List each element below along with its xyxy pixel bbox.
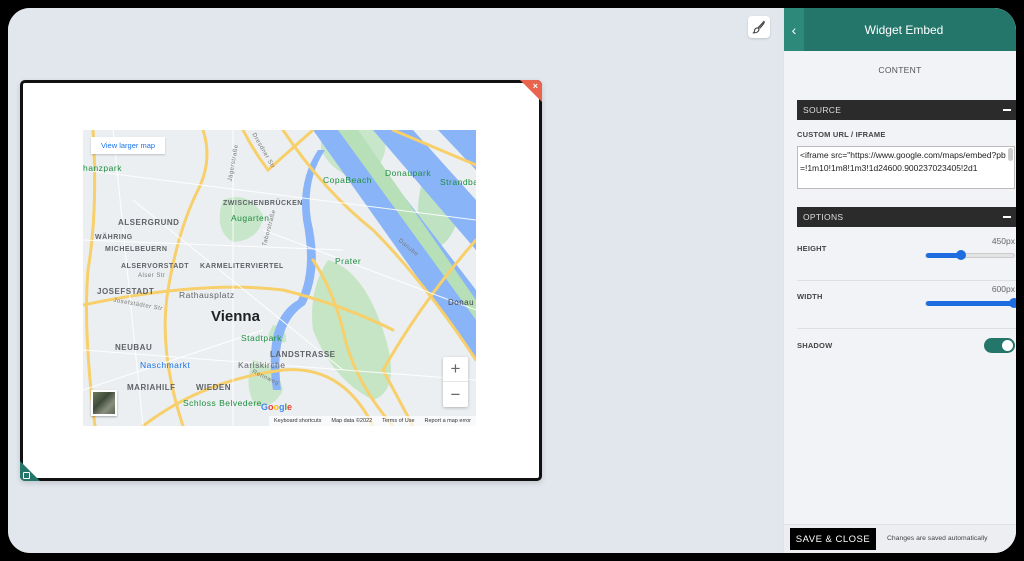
back-button[interactable]: ‹ <box>784 8 804 51</box>
height-option: HEIGHT 450px <box>797 233 1016 281</box>
collapse-icon <box>1003 109 1011 111</box>
panel-title: Widget Embed <box>864 22 944 37</box>
chevron-left-icon: ‹ <box>791 21 797 38</box>
editor-canvas: × View larger map ALSERGRUND WÄHRING MIC… <box>8 8 783 553</box>
map-label: Karlskirche <box>238 360 286 370</box>
height-label: HEIGHT <box>797 244 827 253</box>
autosave-note: Changes are saved automatically <box>887 535 988 542</box>
panel-footer: SAVE & CLOSE Changes are saved automatic… <box>784 524 1016 553</box>
map-label: Strandba <box>440 177 476 187</box>
map-label: Donaupark <box>385 168 432 178</box>
custom-url-label: CUSTOM URL / IFRAME <box>797 130 886 139</box>
textarea-scrollbar[interactable] <box>1008 148 1013 161</box>
map-label: MICHELBEUERN <box>105 246 168 253</box>
map-label: KARMELITERVIERTEL <box>200 263 284 270</box>
map-label: Donau <box>448 298 475 307</box>
close-icon: × <box>532 81 538 91</box>
height-value: 450px <box>991 236 1015 246</box>
widget-handle[interactable] <box>20 461 40 481</box>
embed-widget[interactable]: × View larger map ALSERGRUND WÄHRING MIC… <box>20 80 542 481</box>
height-slider[interactable] <box>925 250 1015 260</box>
app-screen: × View larger map ALSERGRUND WÄHRING MIC… <box>8 8 1016 553</box>
section-title: SOURCE <box>803 105 842 115</box>
width-label: WIDTH <box>797 292 823 301</box>
map-label: hanzpark <box>83 163 122 173</box>
shadow-label: SHADOW <box>797 341 833 350</box>
map-label: ALSERGRUND <box>118 218 180 227</box>
slider-fill <box>926 301 1014 306</box>
paintbrush-icon <box>752 20 765 34</box>
map-label: MARIAHILF <box>127 383 176 392</box>
slider-knob[interactable] <box>956 250 967 260</box>
map-label: NEUBAU <box>115 343 153 352</box>
width-slider[interactable] <box>925 298 1016 308</box>
keyboard-shortcuts-link[interactable]: Keyboard shortcuts <box>274 418 321 424</box>
map-label: Rathausplatz <box>179 290 235 300</box>
view-larger-map-link[interactable]: View larger map <box>91 137 166 154</box>
map-label: Prater <box>335 256 362 266</box>
slider-knob[interactable] <box>1009 298 1016 308</box>
section-title: OPTIONS <box>803 212 844 222</box>
map-label: LANDSTRASSE <box>270 350 336 359</box>
report-error-link[interactable]: Report a map error <box>425 418 471 424</box>
source-section-header[interactable]: SOURCE <box>797 100 1016 120</box>
terms-link[interactable]: Terms of Use <box>382 418 414 424</box>
satellite-toggle[interactable] <box>91 390 117 416</box>
shadow-option: SHADOW <box>797 329 1016 377</box>
map-zoom-control: + − <box>443 357 468 407</box>
map-label: ALSERVORSTADT <box>121 263 190 270</box>
city-label: Vienna <box>211 308 260 325</box>
map-label: Stadtpark <box>241 333 282 343</box>
remove-widget-button[interactable]: × <box>520 80 542 102</box>
map-label: Schloss Belvedere <box>183 398 262 408</box>
map-label: WIEDEN <box>196 383 231 392</box>
tab-content[interactable]: CONTENT <box>784 65 1016 75</box>
save-close-button[interactable]: SAVE & CLOSE <box>790 528 876 550</box>
options-section-header[interactable]: OPTIONS <box>797 207 1016 227</box>
map-label: JOSEFSTADT <box>97 287 155 296</box>
settings-panel: ‹ Widget Embed CONTENT SOURCE CUSTOM URL… <box>783 8 1016 553</box>
google-logo: Google <box>261 402 293 412</box>
copy-icon <box>23 472 30 479</box>
design-button[interactable] <box>748 16 770 38</box>
iframe-code-text: <iframe src="https://www.google.com/maps… <box>800 150 1006 173</box>
map-label: Augarten <box>231 213 270 223</box>
collapse-icon <box>1003 216 1011 218</box>
map-label: Naschmarkt <box>140 360 191 370</box>
shadow-toggle[interactable] <box>984 338 1015 353</box>
map-label: CopaBeach <box>323 175 372 185</box>
zoom-in-button[interactable]: + <box>443 357 468 382</box>
panel-header: ‹ Widget Embed <box>784 8 1016 51</box>
map-label: ZWISCHENBRÜCKEN <box>223 200 303 207</box>
map-label: WÄHRING <box>95 234 133 241</box>
width-value: 600px <box>991 284 1015 294</box>
map-data-text: Map data ©2022 <box>331 418 373 424</box>
width-option: WIDTH 600px <box>797 281 1016 329</box>
map-footer: Keyboard shortcuts Map data ©2022 Terms … <box>268 416 476 426</box>
google-map[interactable]: View larger map ALSERGRUND WÄHRING MICHE… <box>83 130 476 426</box>
iframe-code-input[interactable]: <iframe src="https://www.google.com/maps… <box>797 146 1015 189</box>
toggle-knob <box>1002 340 1013 351</box>
map-label: Alser Str <box>138 273 166 279</box>
zoom-out-button[interactable]: − <box>443 382 468 407</box>
